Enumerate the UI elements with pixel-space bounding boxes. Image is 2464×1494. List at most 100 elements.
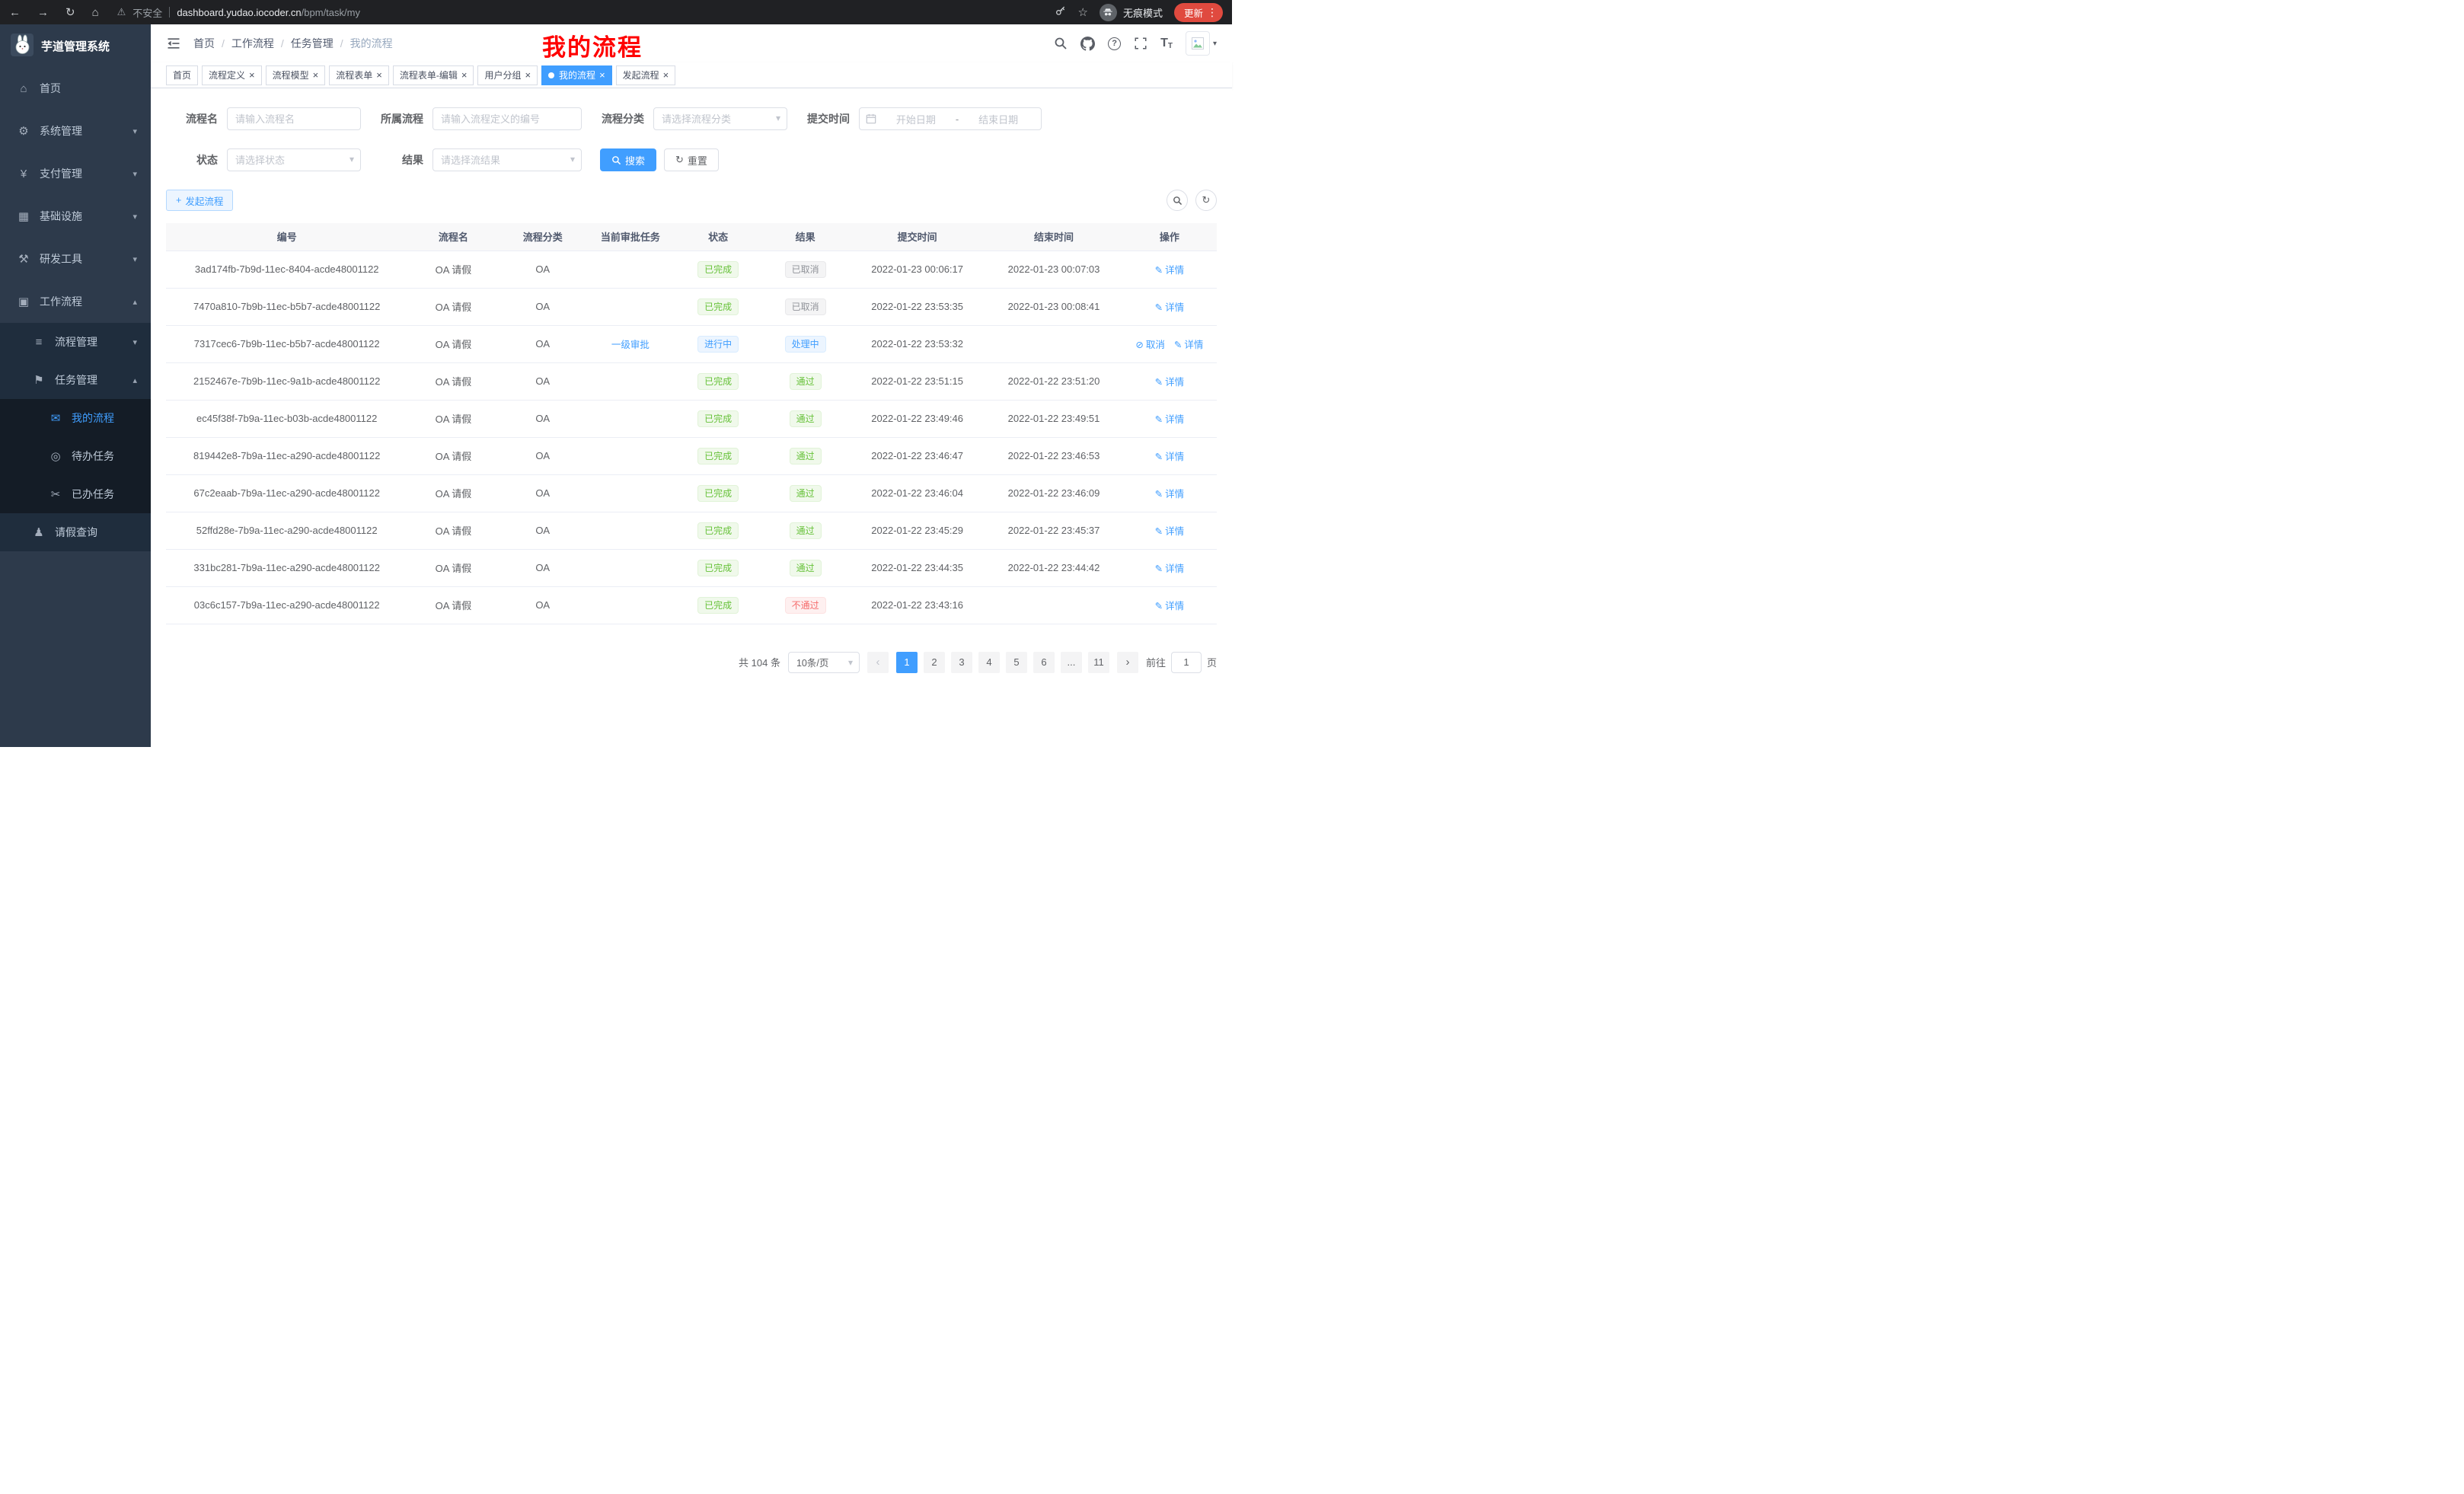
star-icon[interactable]: ☆ (1078, 5, 1088, 19)
security-label[interactable]: 不安全 (132, 5, 162, 20)
page-button[interactable]: 11 (1088, 652, 1109, 673)
sidebar-item-workflow[interactable]: 工作流程 (0, 280, 151, 323)
page-button[interactable]: 1 (896, 652, 918, 673)
view-tab[interactable]: 流程模型 (266, 65, 326, 85)
app-logo[interactable]: 芋道管理系统 (0, 24, 151, 67)
cell-status: 已完成 (675, 437, 762, 474)
result-select-input[interactable] (432, 148, 582, 171)
result-select[interactable] (432, 148, 582, 171)
date-range-picker[interactable]: 开始日期 - 结束日期 (859, 107, 1042, 130)
forward-icon[interactable]: → (37, 6, 49, 19)
user-menu[interactable]: ▾ (1186, 31, 1217, 56)
process-id-input[interactable] (432, 107, 582, 130)
detail-link[interactable]: 详情 (1155, 486, 1185, 500)
page-button[interactable]: 3 (951, 652, 972, 673)
prev-page-button[interactable] (867, 652, 889, 673)
process-name-input[interactable] (227, 107, 361, 130)
avatar[interactable] (1186, 31, 1210, 56)
page-button[interactable]: 5 (1006, 652, 1027, 673)
row-operations: 详情 (1125, 486, 1214, 500)
close-icon[interactable] (523, 69, 531, 81)
reload-icon[interactable]: ↻ (65, 5, 75, 19)
font-size-icon[interactable] (1160, 37, 1173, 50)
update-button[interactable]: 更新 ⋮ (1174, 3, 1223, 22)
view-tab[interactable]: 我的流程 (541, 65, 612, 85)
sidebar-item-task-mgmt[interactable]: 任务管理 (0, 361, 151, 399)
close-icon[interactable] (460, 69, 468, 81)
sidebar-item-leave-query[interactable]: 请假查询 (0, 513, 151, 551)
detail-link[interactable]: 详情 (1155, 449, 1185, 463)
detail-link[interactable]: 详情 (1155, 598, 1185, 612)
sidebar-item-system[interactable]: 系统管理 (0, 110, 151, 152)
browser-home-icon[interactable]: ⌂ (92, 6, 99, 19)
sidebar-item-done-task[interactable]: 已办任务 (0, 475, 151, 513)
page-button[interactable]: ... (1061, 652, 1082, 673)
search-icon[interactable] (1054, 37, 1068, 50)
view-tab[interactable]: 用户分组 (477, 65, 538, 85)
table-body: 3ad174fb-7b9d-11ec-8404-acde48001122 OA … (166, 251, 1217, 624)
view-tab[interactable]: 发起流程 (616, 65, 676, 85)
view-tab[interactable]: 流程表单-编辑 (393, 65, 474, 85)
status-select[interactable] (227, 148, 361, 171)
close-icon[interactable] (247, 69, 255, 81)
close-icon[interactable] (598, 69, 605, 81)
refresh-button[interactable] (1195, 190, 1217, 211)
page-size-select[interactable]: 10条/页 (788, 652, 860, 673)
gear-icon (15, 124, 32, 138)
sidebar-item-process-mgmt[interactable]: 流程管理 (0, 323, 151, 361)
detail-link[interactable]: 详情 (1155, 262, 1185, 276)
create-process-button[interactable]: + 发起流程 (166, 190, 233, 211)
close-icon[interactable] (662, 69, 669, 81)
sidebar-item-devtools[interactable]: 研发工具 (0, 238, 151, 280)
detail-link[interactable]: 详情 (1155, 299, 1185, 314)
status-select-input[interactable] (227, 148, 361, 171)
cancel-link[interactable]: 取消 (1135, 337, 1165, 351)
category-select-input[interactable] (653, 107, 787, 130)
close-icon[interactable] (375, 69, 382, 81)
view-tab[interactable]: 流程表单 (329, 65, 389, 85)
toggle-search-button[interactable] (1167, 190, 1188, 211)
next-page-button[interactable] (1117, 652, 1138, 673)
view-tab[interactable]: 流程定义 (202, 65, 262, 85)
back-icon[interactable]: ← (9, 6, 21, 19)
menu-dots-icon[interactable]: ⋮ (1207, 6, 1218, 19)
category-select[interactable] (653, 107, 787, 130)
breadcrumb-item[interactable]: 我的流程 (350, 36, 393, 51)
sidebar-item-home[interactable]: 首页 (0, 67, 151, 110)
sidebar-item-infrastructure[interactable]: 基础设施 (0, 195, 151, 238)
cell-process-name: OA 请假 (407, 251, 499, 288)
detail-link[interactable]: 详情 (1155, 560, 1185, 575)
table-row: 67c2eaab-7b9a-11ec-a290-acde48001122 OA … (166, 474, 1217, 512)
detail-link[interactable]: 详情 (1174, 337, 1204, 351)
start-date-placeholder[interactable]: 开始日期 (879, 112, 953, 126)
sidebar-item-my-process[interactable]: 我的流程 (0, 399, 151, 437)
detail-link[interactable]: 详情 (1155, 411, 1185, 426)
breadcrumb-item[interactable]: 首页 (193, 36, 231, 51)
end-date-placeholder[interactable]: 结束日期 (962, 112, 1035, 126)
fullscreen-icon[interactable] (1134, 37, 1147, 50)
breadcrumb-item[interactable]: 工作流程 (231, 36, 291, 51)
sidebar-item-todo-task[interactable]: 待办任务 (0, 437, 151, 475)
current-task-link[interactable]: 一级审批 (611, 340, 650, 350)
address-bar[interactable]: ⚠ 不安全 dashboard.yudao.iocoder.cn/bpm/tas… (117, 5, 1055, 20)
close-icon[interactable] (311, 69, 319, 81)
page-button[interactable]: 4 (978, 652, 1000, 673)
breadcrumb-item[interactable]: 任务管理 (291, 36, 350, 51)
address-url[interactable]: dashboard.yudao.iocoder.cn/bpm/task/my (177, 7, 360, 18)
cell-result: 通过 (761, 474, 849, 512)
detail-link[interactable]: 详情 (1155, 374, 1185, 388)
key-icon[interactable] (1055, 5, 1067, 20)
github-icon[interactable] (1080, 37, 1095, 51)
page-button[interactable]: 6 (1033, 652, 1055, 673)
hamburger-icon[interactable] (166, 36, 181, 51)
view-tab[interactable]: 首页 (166, 65, 198, 85)
search-button[interactable]: 搜索 (600, 148, 656, 171)
sidebar-item-payment[interactable]: 支付管理 (0, 152, 151, 195)
question-icon[interactable] (1108, 37, 1121, 50)
filter-label: 提交时间 (806, 111, 850, 126)
page-button[interactable]: 2 (924, 652, 945, 673)
cell-process-name: OA 请假 (407, 400, 499, 437)
reset-button[interactable]: 重置 (664, 148, 719, 171)
jump-page-input[interactable] (1171, 652, 1202, 673)
detail-link[interactable]: 详情 (1155, 523, 1185, 538)
